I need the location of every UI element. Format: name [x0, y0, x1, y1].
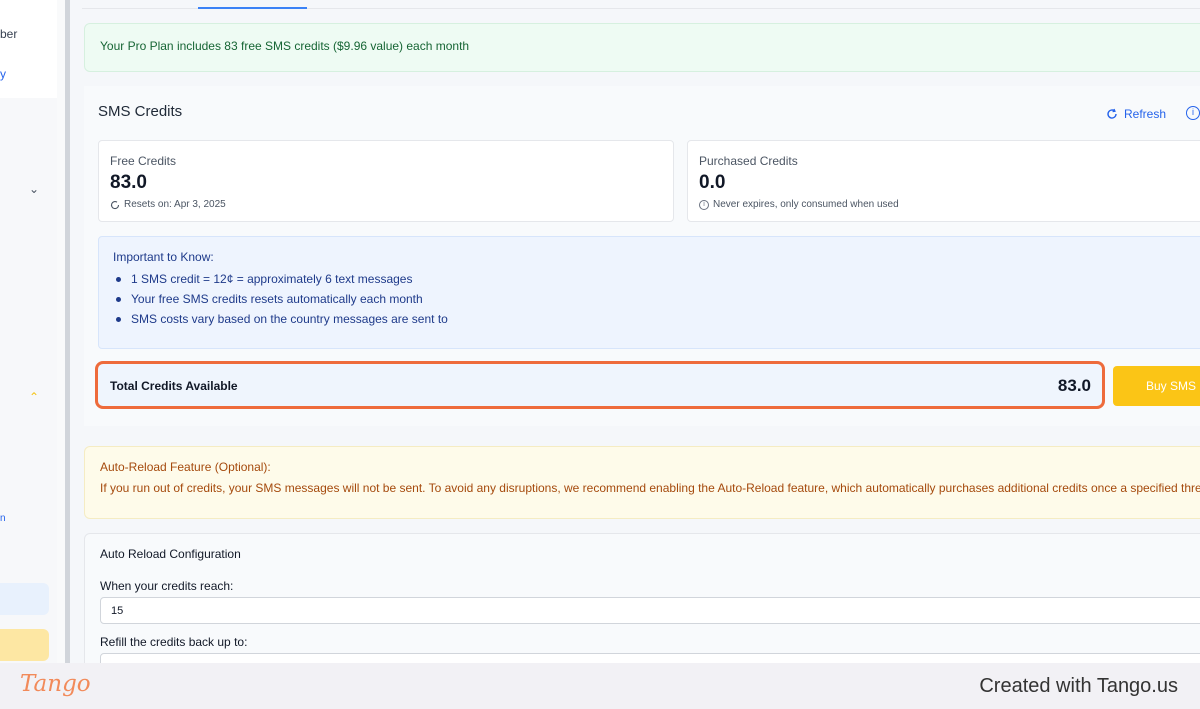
- list-item: 1 SMS credit = 12¢ = approximately 6 tex…: [113, 269, 448, 289]
- buy-sms-credits-button[interactable]: Buy SMS C: [1113, 366, 1200, 406]
- list-item-text: SMS costs vary based on the country mess…: [131, 312, 448, 326]
- refill-label: Refill the credits back up to:: [100, 635, 248, 649]
- important-box: Important to Know: 1 SMS credit = 12¢ = …: [98, 236, 1200, 349]
- chevron-up-icon[interactable]: ⌃: [29, 390, 39, 404]
- auto-reload-config: Auto Reload Configuration When your cred…: [84, 533, 1200, 663]
- sms-credits-title: SMS Credits: [98, 103, 183, 120]
- free-credits-label: Free Credits: [110, 154, 177, 168]
- bullet: [116, 276, 121, 282]
- threshold-label: When your credits reach:: [100, 579, 234, 593]
- purchased-credits-expiry: Never expires, only consumed when used: [713, 199, 899, 210]
- info-icon: i: [699, 199, 709, 210]
- purchased-credits-box: Purchased Credits 0.0 i Never expires, o…: [687, 140, 1200, 222]
- active-tab-indicator: [198, 7, 307, 9]
- info-icon[interactable]: i: [1186, 106, 1200, 120]
- config-title: Auto Reload Configuration: [100, 547, 241, 561]
- tango-logo: Tango: [20, 671, 91, 697]
- purchased-credits-label: Purchased Credits: [699, 154, 798, 168]
- reset-icon: [110, 200, 120, 209]
- refill-input[interactable]: [100, 653, 1200, 663]
- auto-reload-title: Auto-Reload Feature (Optional):: [100, 460, 271, 474]
- refresh-icon: [1107, 108, 1117, 119]
- list-item: Your free SMS credits resets automatical…: [113, 289, 448, 309]
- bullet: [116, 316, 121, 322]
- refresh-button[interactable]: Refresh: [1106, 107, 1166, 121]
- sidebar-mark: n: [0, 513, 6, 524]
- created-with-text: Created with Tango.us: [979, 675, 1178, 697]
- free-credits-reset: Resets on: Apr 3, 2025: [124, 199, 226, 210]
- free-credits-box: Free Credits 83.0 Resets on: Apr 3, 2025: [98, 140, 674, 222]
- sidebar-item-upgrade[interactable]: [0, 629, 49, 661]
- tango-footer: Tango Created with Tango.us: [0, 663, 1200, 709]
- sidebar-item-partial[interactable]: y: [0, 67, 6, 81]
- total-credits-label: Total Credits Available: [110, 379, 238, 393]
- important-list: 1 SMS credit = 12¢ = approximately 6 tex…: [113, 269, 448, 329]
- sidebar-item-active[interactable]: [0, 583, 49, 615]
- sidebar: ber y ⌄ ⌃ n: [0, 0, 57, 663]
- auto-reload-text: If you run out of credits, your SMS mess…: [100, 481, 1200, 495]
- bullet: [116, 296, 121, 302]
- list-item-text: 1 SMS credit = 12¢ = approximately 6 tex…: [131, 272, 413, 286]
- sidebar-gap: [57, 0, 65, 663]
- purchased-credits-note: i Never expires, only consumed when used: [699, 199, 899, 210]
- threshold-input[interactable]: [100, 597, 1200, 624]
- sidebar-top: [0, 0, 57, 98]
- important-title: Important to Know:: [113, 250, 214, 264]
- main-content: Your Pro Plan includes 83 free SMS credi…: [70, 0, 1200, 663]
- total-credits-value: 83.0: [1057, 376, 1091, 395]
- list-item: SMS costs vary based on the country mess…: [113, 309, 448, 329]
- auto-reload-banner: Auto-Reload Feature (Optional): If you r…: [84, 446, 1200, 519]
- plan-banner: Your Pro Plan includes 83 free SMS credi…: [84, 23, 1200, 72]
- total-credits-row: Total Credits Available 83.0: [95, 361, 1105, 409]
- chevron-down-icon[interactable]: ⌄: [29, 182, 39, 196]
- list-item-text: Your free SMS credits resets automatical…: [131, 292, 423, 306]
- free-credits-value: 83.0: [110, 172, 147, 193]
- refresh-label: Refresh: [1124, 107, 1167, 121]
- purchased-credits-value: 0.0: [699, 172, 726, 193]
- sidebar-item-partial[interactable]: ber: [0, 27, 17, 41]
- plan-banner-text: Your Pro Plan includes 83 free SMS credi…: [100, 39, 470, 53]
- free-credits-note: Resets on: Apr 3, 2025: [110, 199, 226, 210]
